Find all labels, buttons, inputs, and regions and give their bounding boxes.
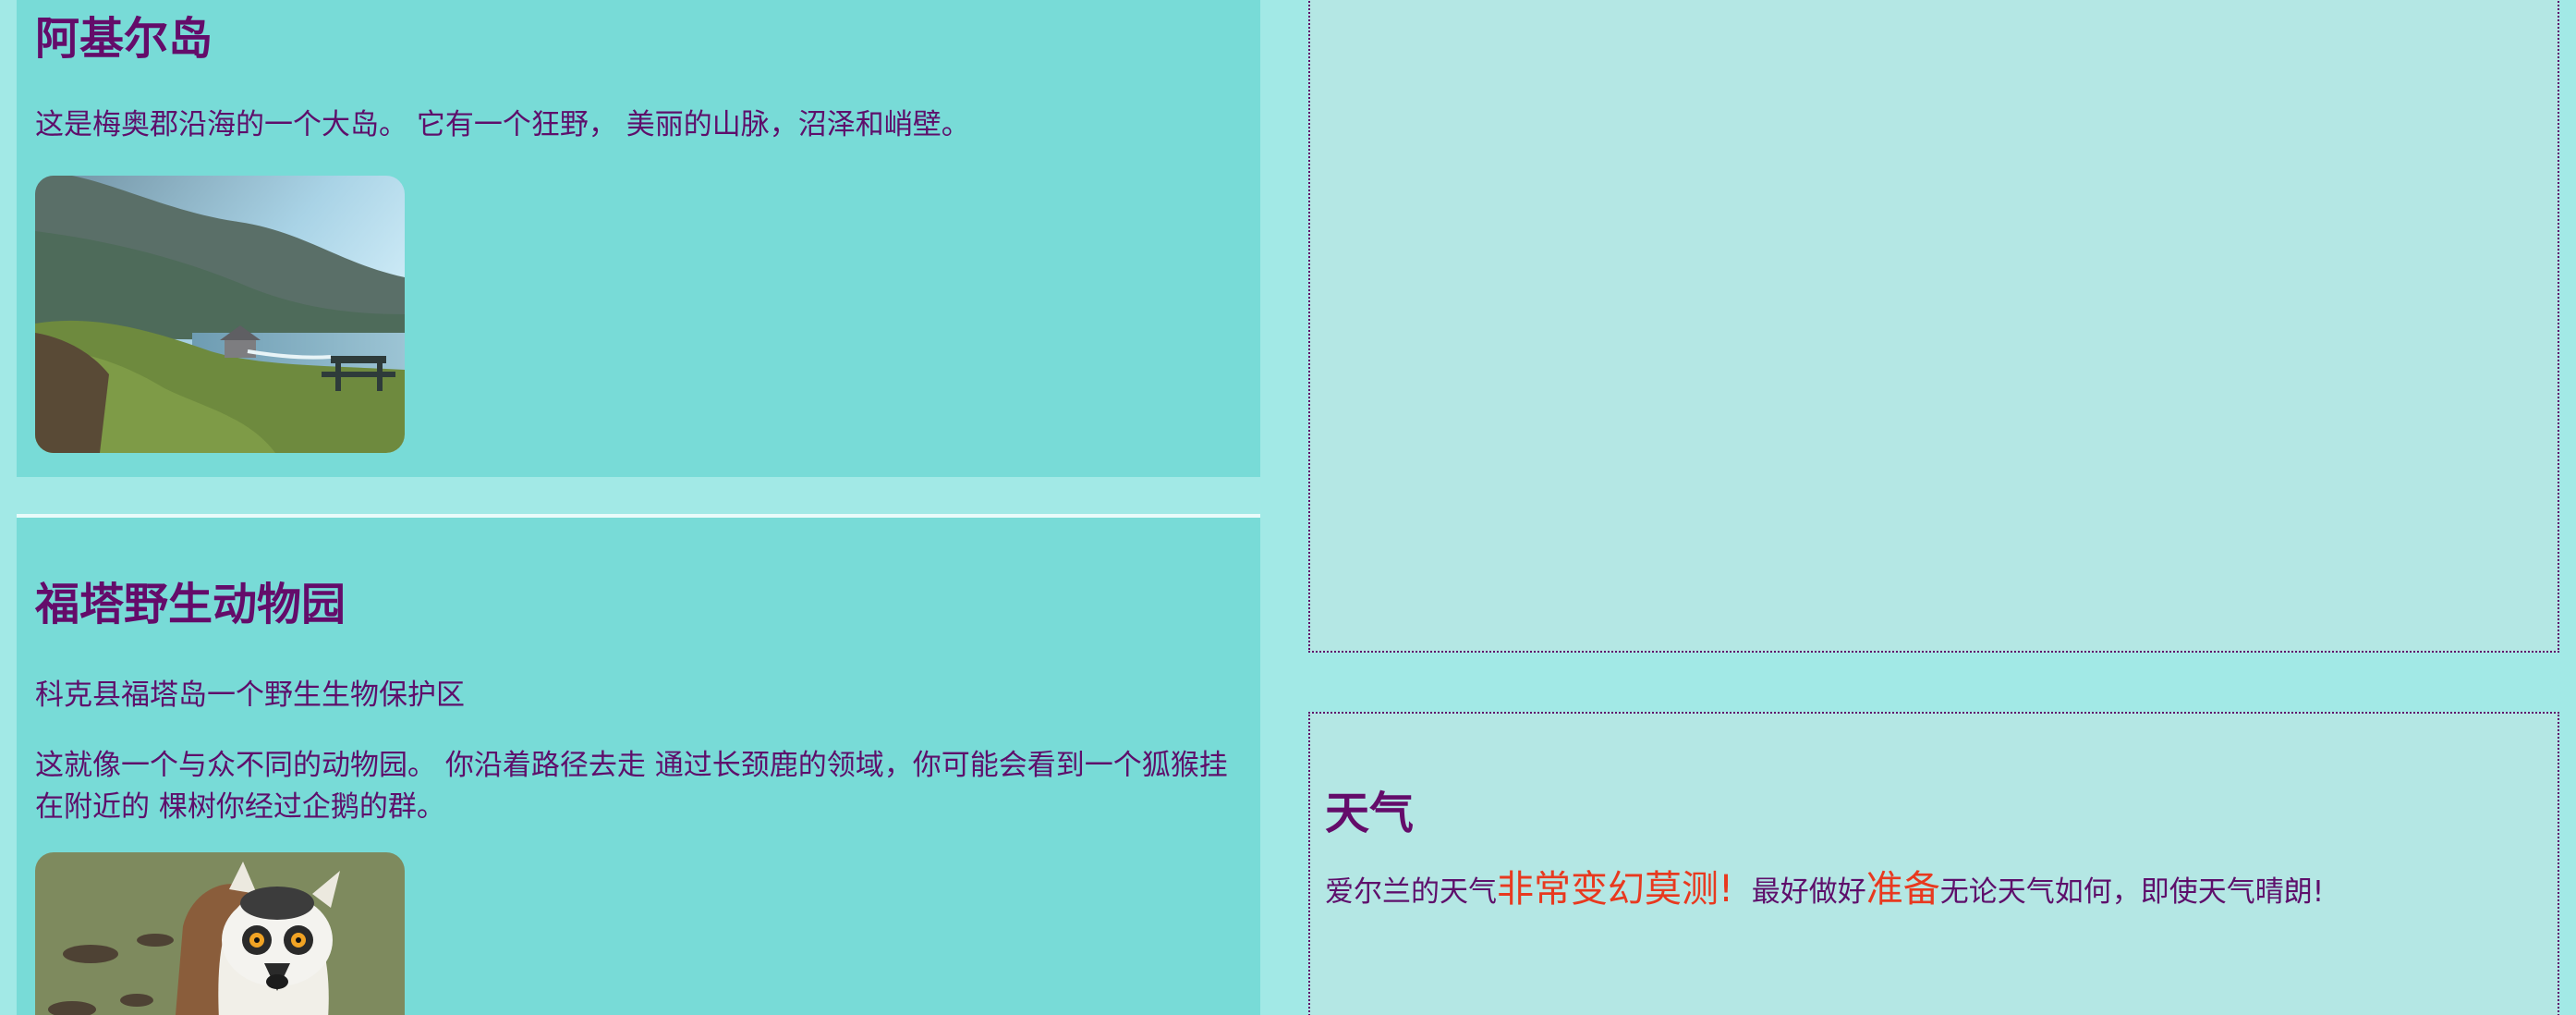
fota-wildlife-title: 福塔野生动物园: [35, 579, 346, 630]
coastal-landscape-photo-icon: [35, 176, 405, 453]
weather-text-part3: 无论天气如何，即使天气晴朗!: [1939, 875, 2325, 909]
fota-wildlife-photo: [35, 852, 405, 1015]
fota-wildlife-subtitle: 科克县福塔岛一个野生生物保护区: [35, 679, 465, 712]
achill-island-description: 这是梅奥郡沿海的一个大岛。 它有一个狂野， 美丽的山脉，沼泽和峭壁。: [35, 108, 970, 141]
achill-island-photo: [35, 176, 405, 453]
weather-highlight-unpredictable: 非常变幻莫测!: [1497, 868, 1734, 911]
lemur-photo-icon: [35, 852, 405, 1015]
page: 阿基尔岛 这是梅奥郡沿海的一个大岛。 它有一个狂野， 美丽的山脉，沼泽和峭壁。: [0, 0, 2576, 1015]
achill-island-title: 阿基尔岛: [35, 13, 213, 65]
sidebar-top-panel: [1308, 0, 2559, 653]
weather-panel: 天气 爱尔兰的天气非常变幻莫测! 最好做好准备无论天气如何，即使天气晴朗!: [1308, 712, 2559, 1015]
fota-wildlife-description: 这就像一个与众不同的动物园。 你沿着路径去走 通过长颈鹿的领域，你可能会看到一个…: [35, 749, 1228, 824]
weather-text: 爱尔兰的天气非常变幻莫测! 最好做好准备无论天气如何，即使天气晴朗!: [1325, 865, 2324, 913]
weather-title: 天气: [1325, 788, 1415, 839]
fota-wildlife-card: 福塔野生动物园 科克县福塔岛一个野生生物保护区 这就像一个与众不同的动物园。 你…: [17, 514, 1260, 1015]
weather-text-part1: 爱尔兰的天气: [1325, 875, 1497, 909]
weather-highlight-prepare: 准备: [1865, 868, 1940, 911]
achill-island-card: 阿基尔岛 这是梅奥郡沿海的一个大岛。 它有一个狂野， 美丽的山脉，沼泽和峭壁。: [17, 0, 1260, 477]
weather-text-part2: 最好做好: [1733, 875, 1866, 909]
